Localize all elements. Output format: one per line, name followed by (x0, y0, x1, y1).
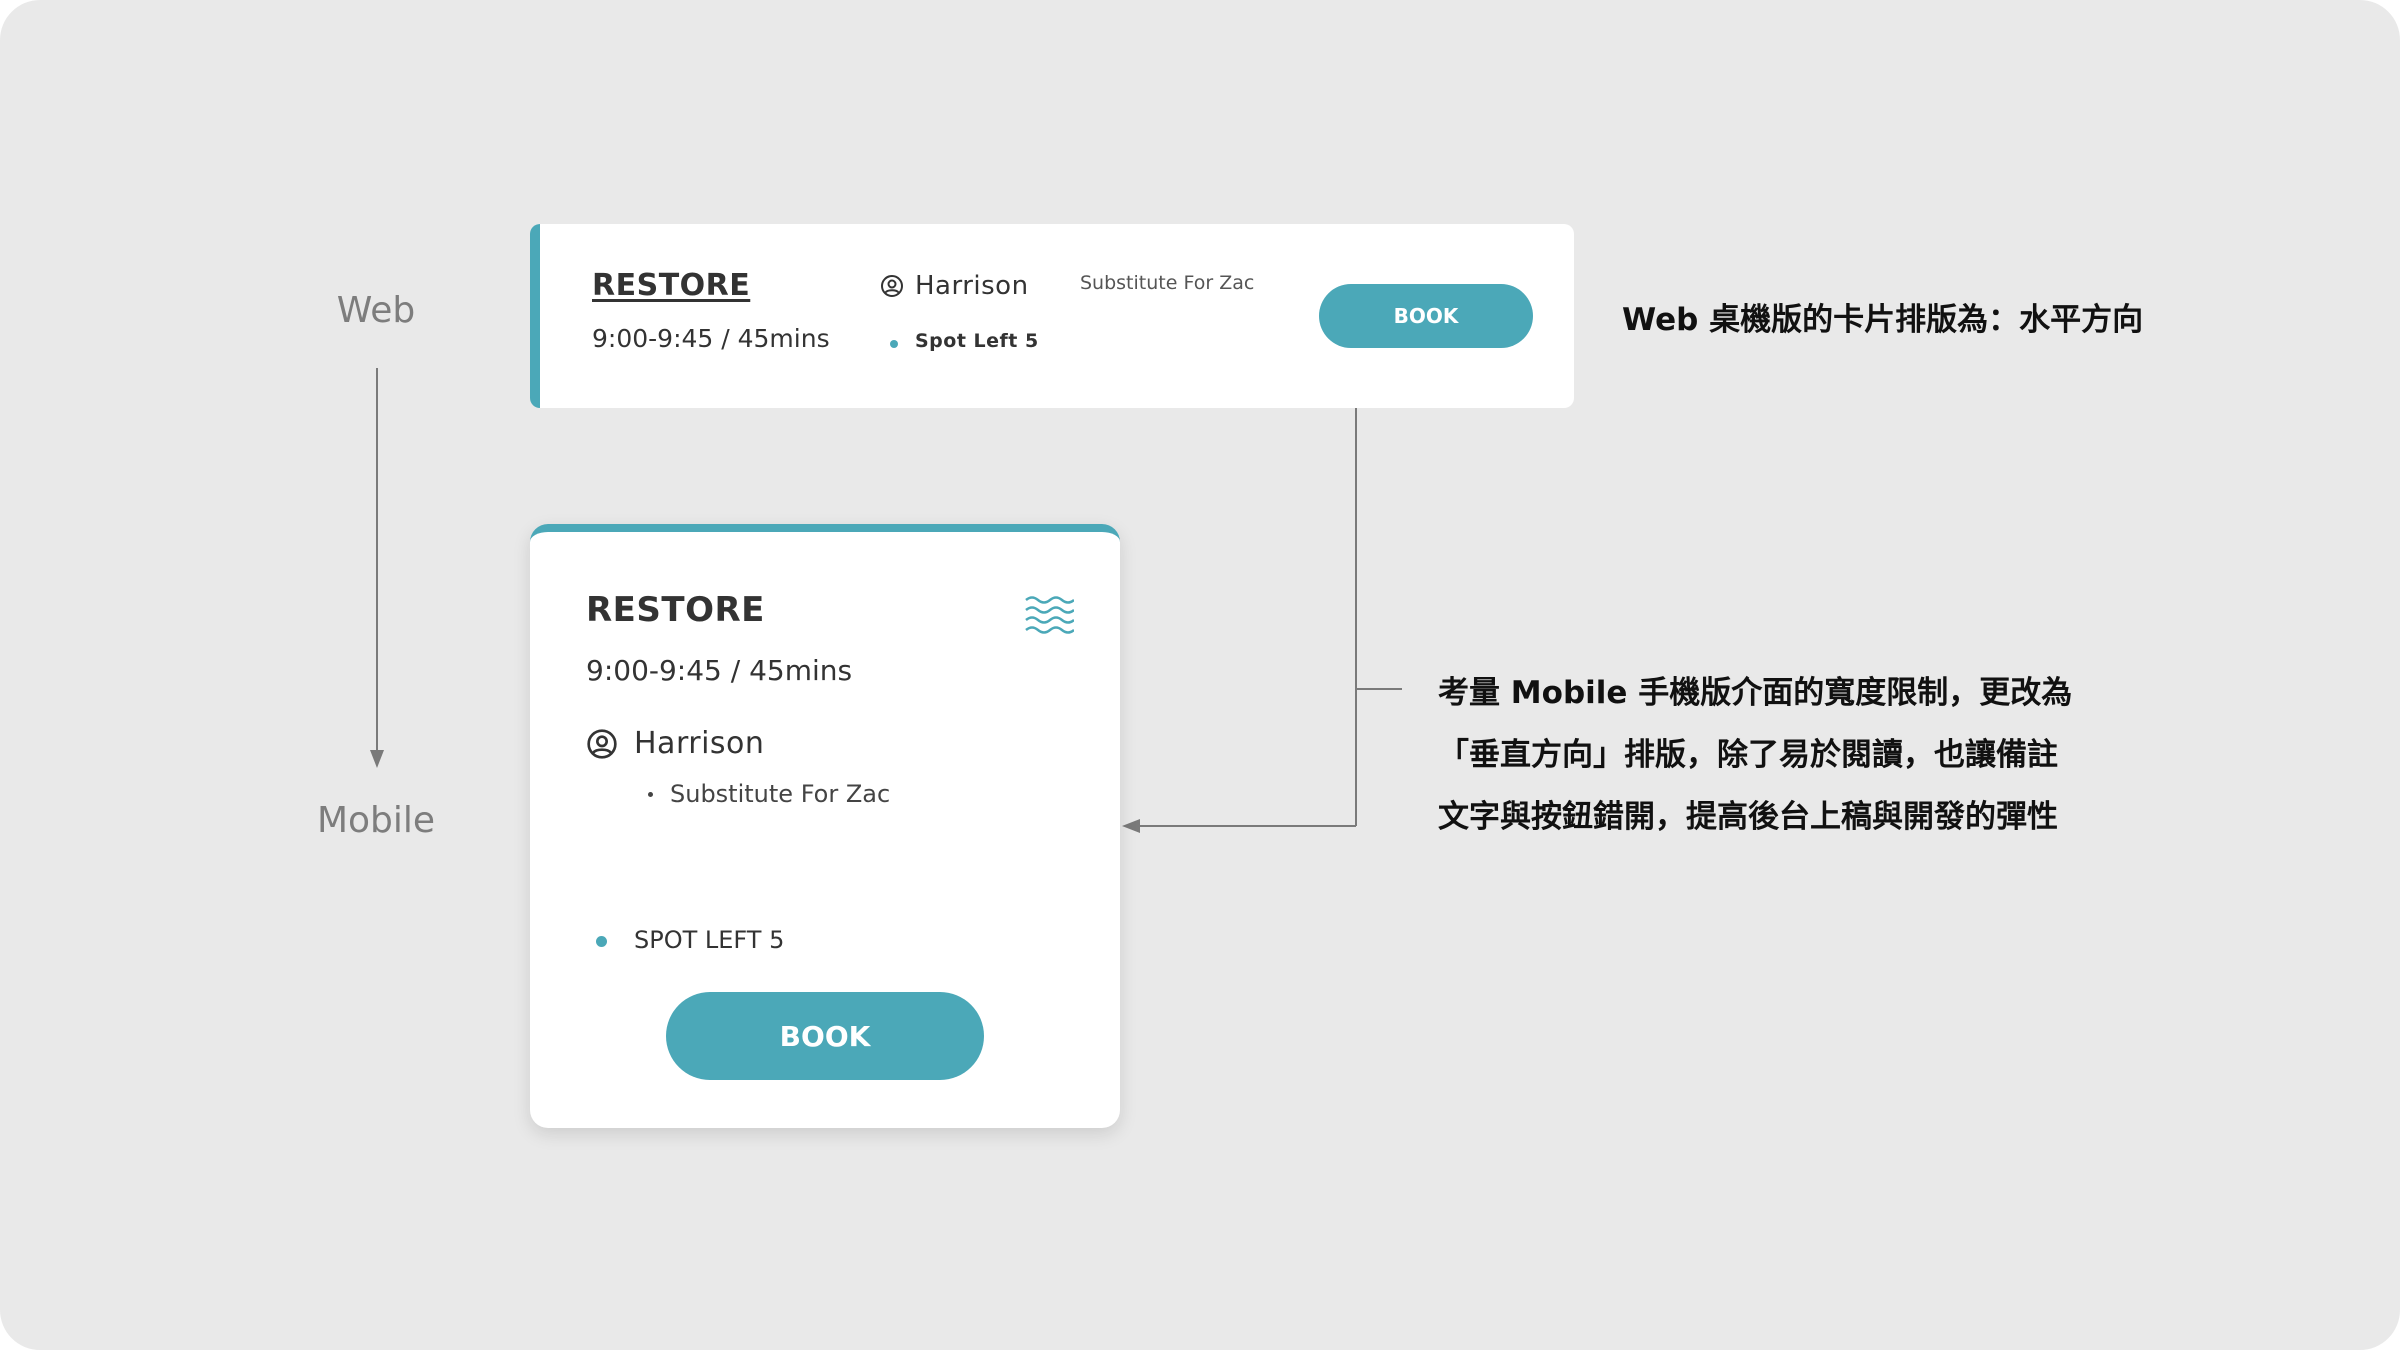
class-time: 9:00-9:45 / 45mins (586, 654, 853, 687)
waves-icon (1025, 596, 1074, 634)
spots-left: SPOT LEFT 5 (634, 926, 785, 954)
note-bullet (648, 792, 653, 797)
user-circle-icon (587, 729, 617, 759)
mobile-class-card[interactable]: RESTORE 9:00-9:45 / 45mins Harrison Subs… (530, 524, 1120, 1128)
substitute-note: Substitute For Zac (1080, 272, 1255, 294)
book-button[interactable]: BOOK (1319, 284, 1533, 348)
spots-left: Spot Left 5 (915, 330, 1039, 352)
down-arrow (370, 368, 384, 768)
connector-arrow (1122, 408, 1402, 833)
substitute-note: Substitute For Zac (670, 780, 891, 808)
mobile-annotation: 考量 Mobile 手機版介面的寬度限制，更改為 「垂直方向」排版，除了易於閱讀… (1438, 662, 2072, 848)
instructor-name: Harrison (915, 271, 1029, 301)
instructor-name: Harrison (634, 726, 765, 761)
spots-indicator (596, 936, 607, 947)
annotation-line: 「垂直方向」排版，除了易於閱讀，也讓備註 (1438, 737, 2058, 773)
web-class-card[interactable]: RESTORE 9:00-9:45 / 45mins Harrison Spot… (530, 224, 1574, 408)
user-circle-icon (881, 275, 903, 297)
class-time: 9:00-9:45 / 45mins (592, 324, 830, 353)
class-title: RESTORE (592, 268, 751, 303)
annotation-line: 考量 Mobile 手機版介面的寬度限制，更改為 (1438, 675, 2073, 711)
web-annotation: Web 桌機版的卡片排版為：水平方向 (1622, 302, 2144, 338)
presentation-canvas: Web Mobile RESTORE 9:00-9:45 / 45mins Ha… (0, 0, 2400, 1350)
spots-indicator (890, 340, 898, 348)
class-title: RESTORE (586, 590, 765, 630)
book-button[interactable]: BOOK (666, 992, 984, 1080)
annotation-line: 文字與按鈕錯開，提高後台上稿與開發的彈性 (1438, 799, 2058, 835)
